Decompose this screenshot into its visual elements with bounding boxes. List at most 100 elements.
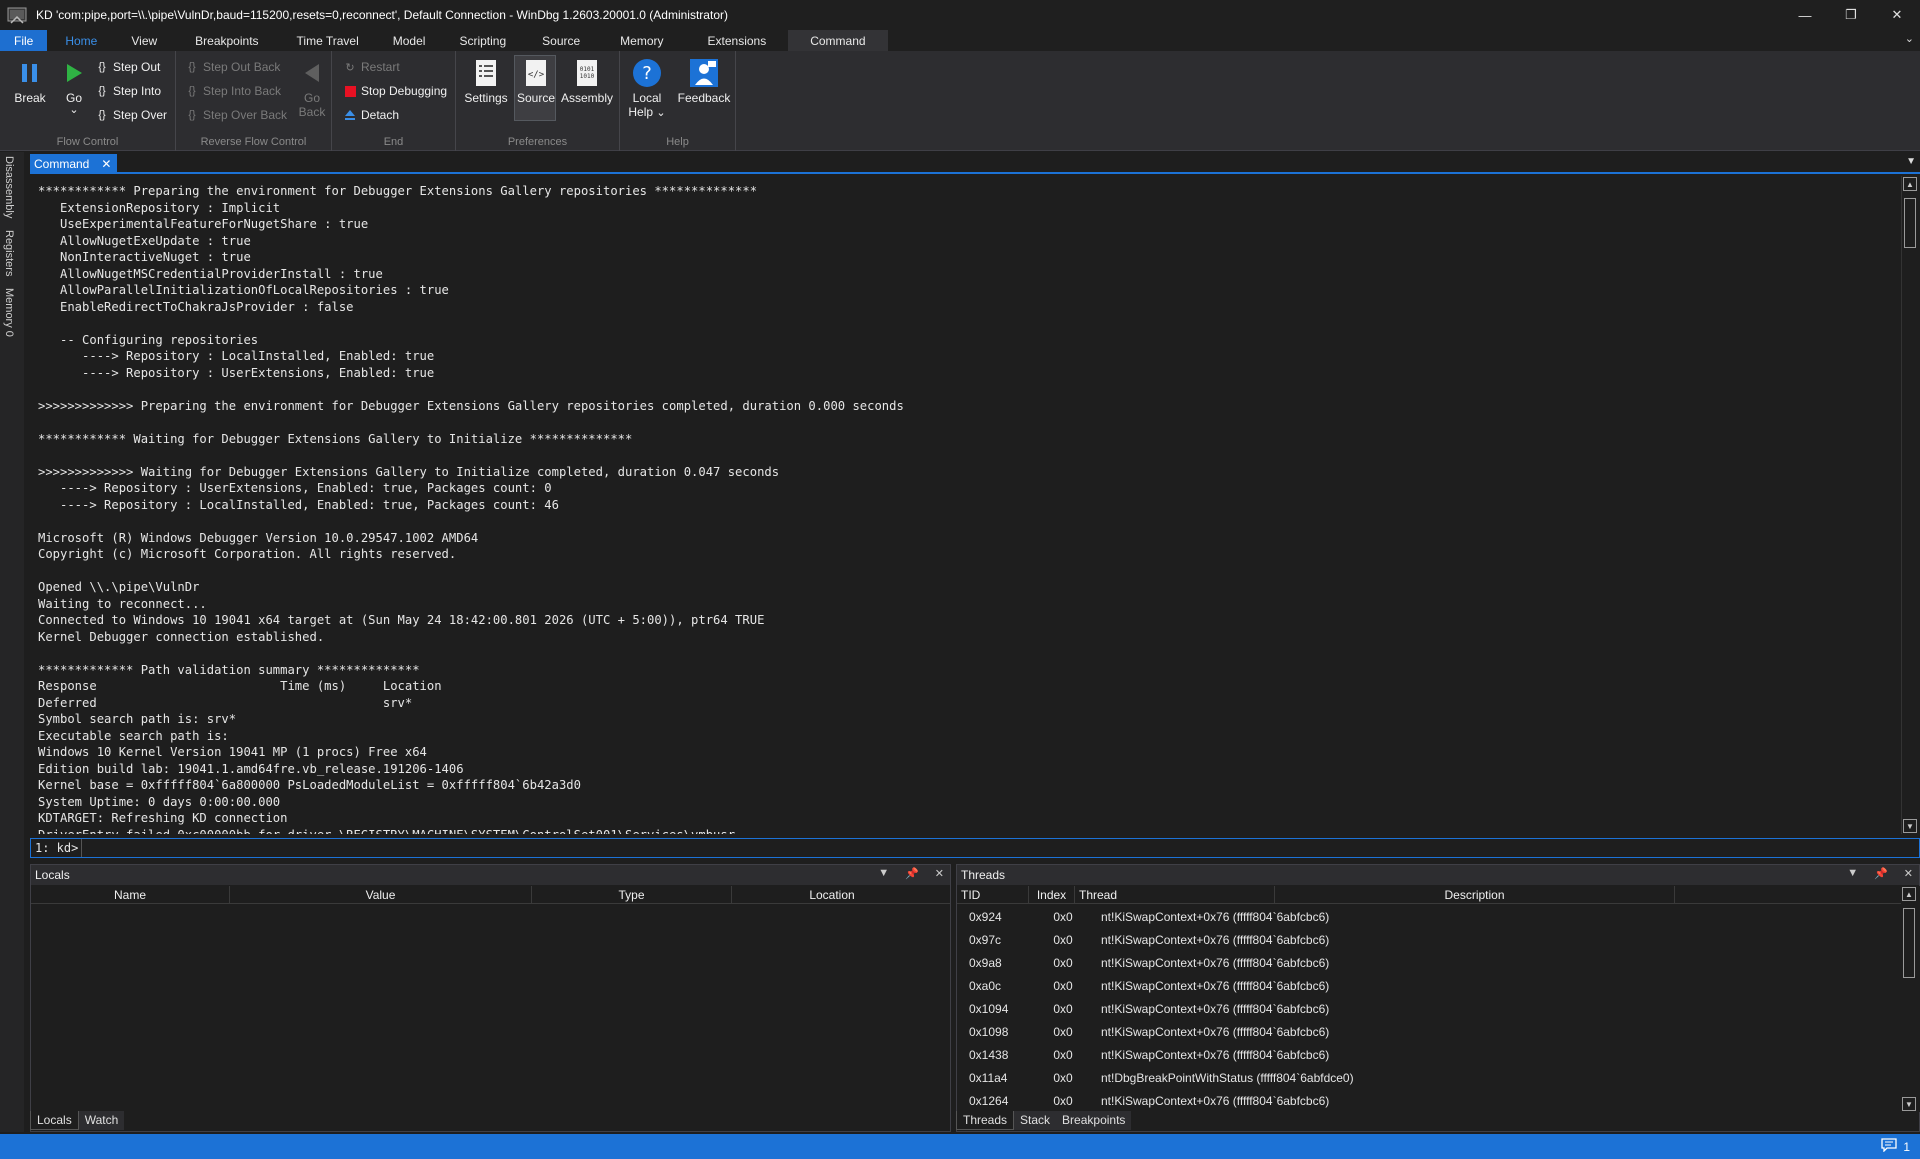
thread-location: nt!DbgBreakPointWithStatus (fffff804`6ab… <box>1101 1070 1354 1085</box>
tab-locals[interactable]: Locals <box>30 1111 79 1130</box>
close-tab-icon[interactable]: ✕ <box>101 157 111 171</box>
thread-index: 0x0 <box>1053 955 1073 970</box>
go-button[interactable]: Go ⌄ <box>58 57 90 116</box>
local-help-button[interactable]: ? Local Help ⌄ <box>628 57 666 119</box>
pin-icon[interactable]: 📌 <box>905 867 919 880</box>
thread-row[interactable]: 0x11a4 0x0 nt!DbgBreakPointWithStatus (fff… <box>957 1066 1354 1089</box>
restart-button[interactable]: ↻ Restart <box>342 57 399 77</box>
output-line: Windows 10 Kernel Version 19041 MP (1 pr… <box>38 745 427 759</box>
tab-extensions[interactable]: Extensions <box>686 30 789 51</box>
pane-menu-chevron-icon[interactable]: ▼ <box>1847 867 1858 880</box>
thread-row[interactable]: 0x1438 0x0 nt!KiSwapContext+0x76 (fffff804… <box>957 1043 1329 1066</box>
thread-location: nt!KiSwapContext+0x76 (fffff804`6abfcbc6… <box>1101 1001 1330 1016</box>
collapse-ribbon-chevron-icon[interactable]: ⌄ <box>1905 32 1914 45</box>
restore-button[interactable]: ❐ <box>1828 0 1874 30</box>
feedback-person-icon <box>688 57 720 89</box>
step-out-back-icon: {} <box>188 61 196 73</box>
close-pane-icon[interactable]: ✕ <box>1904 867 1913 880</box>
thread-location: nt!KiSwapContext+0x76 (fffff804`6abfcbc6… <box>1101 955 1330 970</box>
settings-button[interactable]: Settings <box>464 57 508 105</box>
window-title: KD 'com:pipe,port=\\.\pipe\VulnDr,baud=1… <box>36 8 728 22</box>
notifications-chat-icon[interactable] <box>1881 1138 1897 1155</box>
close-pane-icon[interactable]: ✕ <box>935 867 944 880</box>
thread-index: 0x0 <box>1053 1093 1073 1108</box>
feedback-button[interactable]: Feedback <box>676 57 732 105</box>
window-menu-icon[interactable]: ▼ <box>1906 156 1916 167</box>
pin-icon[interactable]: 📌 <box>1874 867 1888 880</box>
col-value[interactable]: Value <box>230 886 532 904</box>
output-line: DriverEntry failed 0xc00000bb for driver… <box>38 827 1901 835</box>
col-index[interactable]: Index <box>1029 886 1075 904</box>
output-line: ************ Preparing the environment f… <box>38 184 758 198</box>
command-output[interactable]: ************ Preparing the environment f… <box>30 176 1901 834</box>
col-tid[interactable]: TID <box>957 886 1029 904</box>
scrollbar-thumb[interactable] <box>1903 908 1915 978</box>
thread-row[interactable]: 0x1264 0x0 nt!KiSwapContext+0x76 (fffff804… <box>957 1089 1329 1112</box>
break-button[interactable]: Break <box>14 57 46 105</box>
side-tab-memory[interactable]: Memory 0 <box>3 288 15 337</box>
thread-row[interactable]: 0x1094 0x0 nt!KiSwapContext+0x76 (fffff804… <box>957 997 1329 1020</box>
thread-tid: 0x97c <box>969 932 1002 947</box>
step-out-button[interactable]: {} Step Out <box>94 57 160 77</box>
thread-row[interactable]: 0x1098 0x0 nt!KiSwapContext+0x76 (fffff804… <box>957 1020 1329 1043</box>
tab-model[interactable]: Model <box>377 30 442 51</box>
side-tab-disassembly[interactable]: Disassembly <box>3 156 15 218</box>
scroll-down-icon[interactable]: ▼ <box>1902 1097 1916 1111</box>
tab-memory[interactable]: Memory <box>598 30 685 51</box>
tab-view[interactable]: View <box>111 30 175 51</box>
local-help-chevron-icon[interactable]: ⌄ <box>656 107 665 119</box>
step-over-icon: {} <box>98 109 106 121</box>
tab-threads[interactable]: Threads <box>956 1111 1015 1130</box>
col-name[interactable]: Name <box>31 886 230 904</box>
go-back-button[interactable]: Go Back <box>296 57 328 119</box>
step-out-back-button[interactable]: {} Step Out Back <box>184 57 280 77</box>
minimize-button[interactable]: — <box>1782 0 1828 30</box>
tab-watch[interactable]: Watch <box>78 1111 125 1130</box>
tab-breakpoints-pane[interactable]: Breakpoints <box>1056 1111 1132 1130</box>
output-line: KDTARGET: Refreshing KD connection <box>38 811 288 825</box>
command-scrollbar[interactable]: ▲ ▼ <box>1901 176 1920 834</box>
command-input[interactable] <box>82 839 1919 857</box>
thread-index: 0x0 <box>1053 1047 1073 1062</box>
step-over-back-button[interactable]: {} Step Over Back <box>184 105 287 125</box>
scroll-up-icon[interactable]: ▲ <box>1902 887 1916 901</box>
command-tab[interactable]: Command ✕ <box>30 154 118 174</box>
pane-menu-chevron-icon[interactable]: ▼ <box>878 867 889 880</box>
tab-time-travel[interactable]: Time Travel <box>279 30 377 51</box>
tab-file[interactable]: File <box>0 30 48 51</box>
thread-location: nt!KiSwapContext+0x76 (fffff804`6abfcbc6… <box>1101 1093 1330 1108</box>
output-line: ----> Repository : LocalInstalled, Enabl… <box>38 349 435 363</box>
step-into-button[interactable]: {} Step Into <box>94 81 161 101</box>
scroll-up-icon[interactable]: ▲ <box>1903 177 1917 191</box>
tab-stack[interactable]: Stack <box>1014 1111 1057 1130</box>
thread-row[interactable]: 0x9a8 0x0 nt!KiSwapContext+0x76 (fffff804`… <box>957 951 1329 974</box>
tab-command[interactable]: Command <box>788 30 888 51</box>
tab-scripting[interactable]: Scripting <box>441 30 524 51</box>
tab-source[interactable]: Source <box>524 30 598 51</box>
thread-tid: 0x1438 <box>969 1047 1009 1062</box>
col-thread[interactable]: Thread <box>1075 886 1275 904</box>
help-question-icon: ? <box>631 57 663 89</box>
source-button[interactable]: </> Source <box>515 57 557 105</box>
windbg-app-icon[interactable] <box>4 2 30 28</box>
svg-text:?: ? <box>642 63 652 84</box>
thread-row[interactable]: 0x97c 0x0 nt!KiSwapContext+0x76 (fffff804`… <box>957 928 1329 951</box>
go-dropdown-chevron-icon[interactable]: ⌄ <box>69 105 78 116</box>
col-type[interactable]: Type <box>532 886 732 904</box>
step-into-back-button[interactable]: {} Step Into Back <box>184 81 281 101</box>
threads-scrollbar[interactable]: ▲ ▼ <box>1901 886 1920 1112</box>
tab-home[interactable]: Home <box>51 30 111 51</box>
tab-breakpoints[interactable]: Breakpoints <box>175 30 278 51</box>
col-location[interactable]: Location <box>732 886 932 904</box>
step-over-button[interactable]: {} Step Over <box>94 105 167 125</box>
col-description[interactable]: Description <box>1275 886 1675 904</box>
thread-row[interactable]: 0x924 0x0 nt!KiSwapContext+0x76 (fffff804`… <box>957 905 1329 928</box>
scrollbar-thumb[interactable] <box>1904 198 1916 248</box>
assembly-button[interactable]: 0101 1010 Assembly <box>560 57 614 105</box>
stop-debugging-button[interactable]: Stop Debugging <box>342 81 447 101</box>
side-tab-registers[interactable]: Registers <box>3 230 15 276</box>
close-window-button[interactable]: ✕ <box>1874 0 1920 30</box>
scroll-down-icon[interactable]: ▼ <box>1903 819 1917 833</box>
detach-button[interactable]: Detach <box>342 105 399 125</box>
thread-row[interactable]: 0xa0c 0x0 nt!KiSwapContext+0x76 (fffff804`… <box>957 974 1329 997</box>
